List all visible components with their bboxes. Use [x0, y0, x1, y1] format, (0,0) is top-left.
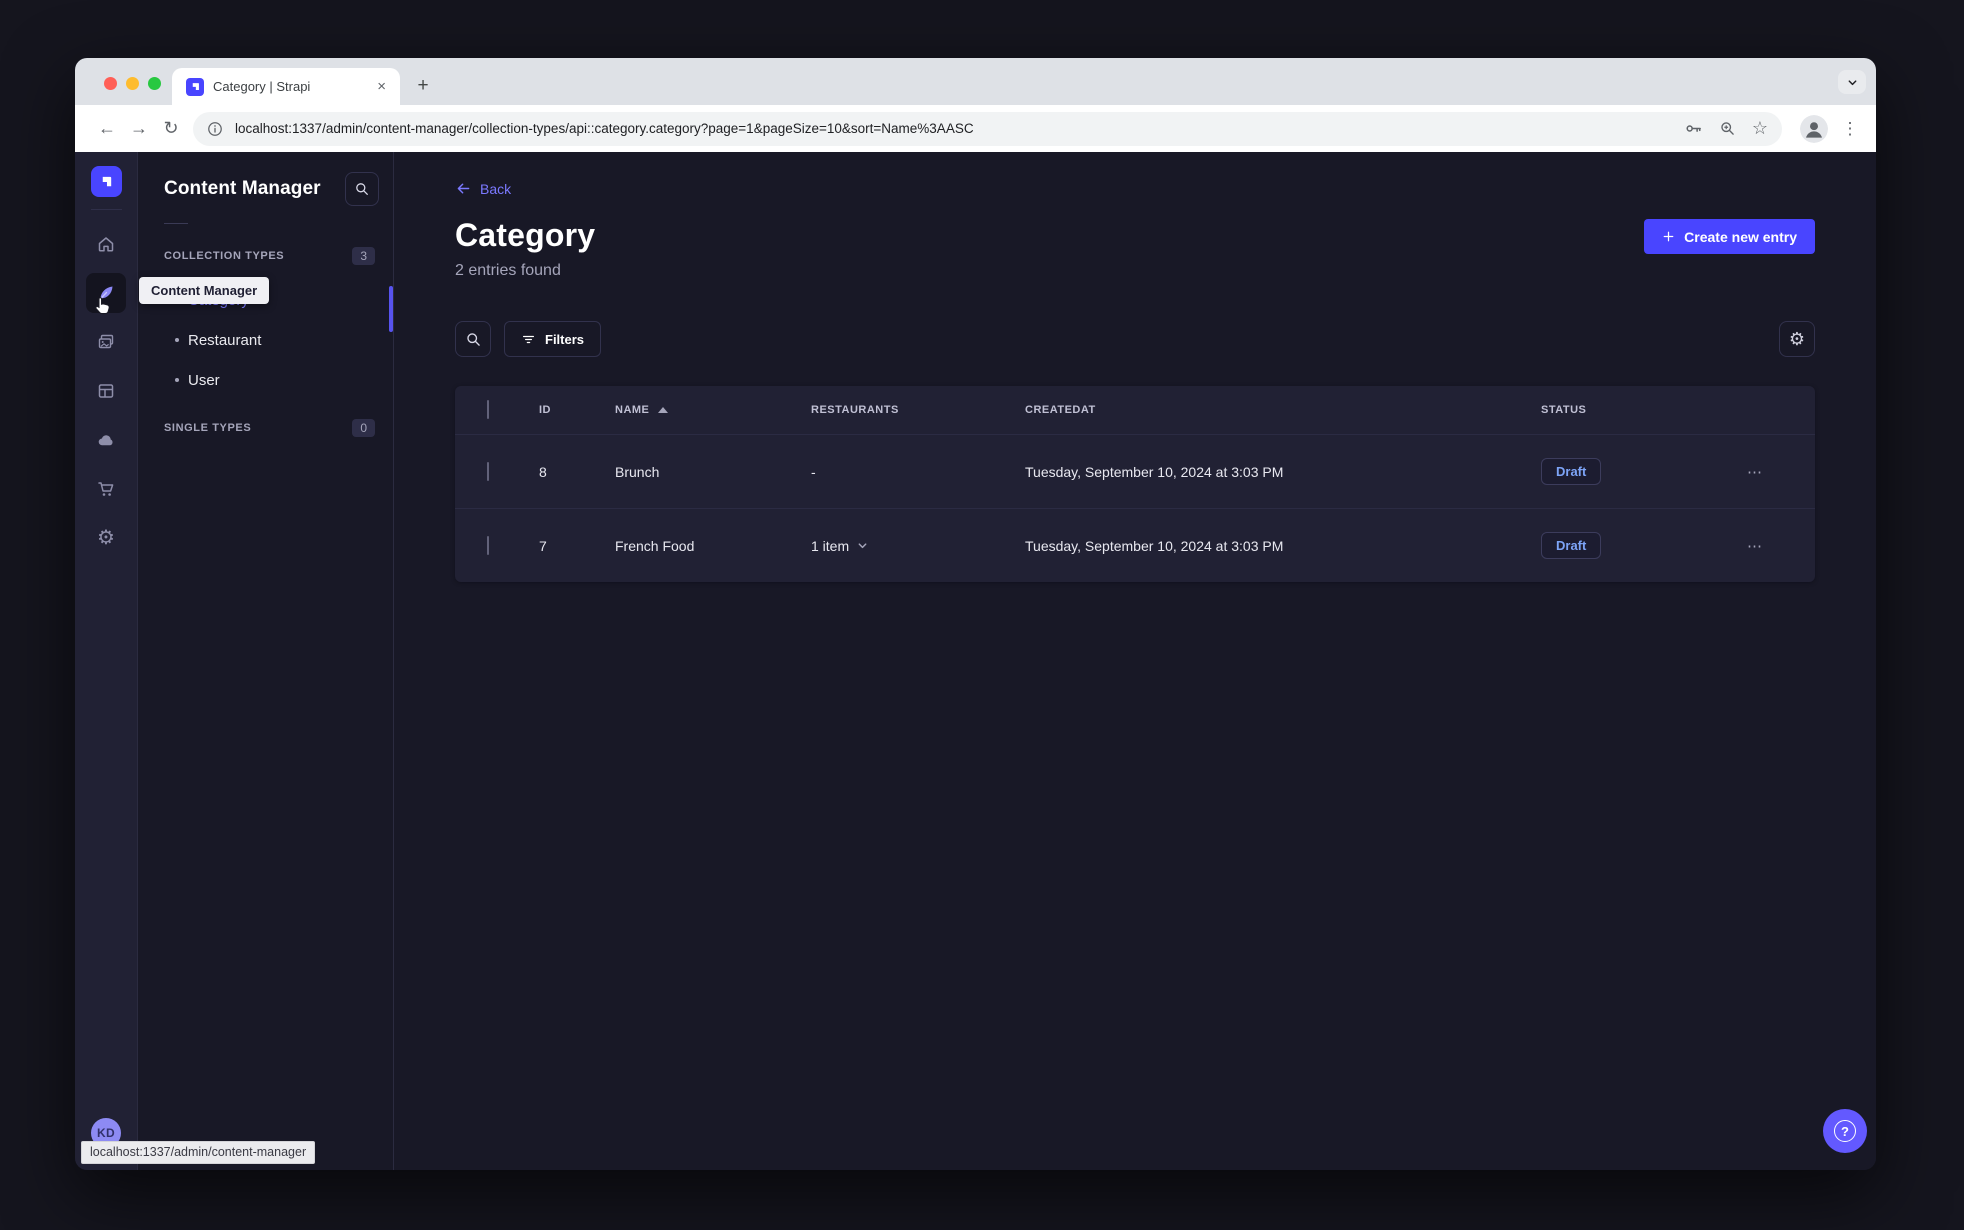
entries-count: 2 entries found	[455, 262, 561, 279]
main-content: Back Category 2 entries found Create new…	[394, 152, 1876, 1170]
strapi-logo-icon[interactable]	[90, 166, 122, 197]
col-header-id[interactable]: ID	[539, 404, 615, 416]
cell-createdat: Tuesday, September 10, 2024 at 3:03 PM	[1025, 463, 1284, 480]
subnav-divider	[164, 223, 188, 224]
filter-icon	[522, 335, 535, 343]
url-text[interactable]: localhost:1337/admin/content-manager/col…	[235, 121, 1672, 136]
create-new-entry-button[interactable]: Create new entry	[1644, 219, 1815, 254]
cell-createdat: Tuesday, September 10, 2024 at 3:03 PM	[1025, 537, 1284, 554]
bookmark-star-icon[interactable]: ☆	[1752, 118, 1768, 139]
tab-title: Category | Strapi	[213, 79, 311, 94]
zoom-window-button[interactable]	[148, 77, 161, 90]
nav-content-type-builder-button[interactable]	[86, 371, 126, 411]
nav-settings-button[interactable]: ⚙	[86, 518, 126, 558]
browser-reload-button[interactable]: ↻	[155, 113, 187, 145]
sidebar-item-restaurant[interactable]: Restaurant	[138, 320, 393, 360]
address-bar[interactable]: localhost:1337/admin/content-manager/col…	[193, 111, 1782, 146]
single-types-label: SINGLE TYPES	[164, 422, 252, 434]
cell-name: Brunch	[615, 463, 660, 480]
back-link[interactable]: Back	[455, 180, 511, 197]
sidebar-item-user[interactable]: User	[138, 360, 393, 400]
browser-toolbar: ← → ↻ localhost:1337/admin/content-manag…	[75, 105, 1876, 152]
row-checkbox[interactable]	[487, 461, 489, 481]
password-manager-key-icon[interactable]	[1684, 119, 1703, 138]
strapi-favicon-icon	[186, 77, 204, 96]
nav-content-manager-button[interactable]	[86, 273, 126, 315]
content-manager-subnav: Content Manager COLLECTION TYPES 3 Categ…	[138, 152, 394, 1170]
subnav-title: Content Manager	[164, 178, 321, 199]
status-badge: Draft	[1541, 532, 1602, 559]
new-tab-button[interactable]: +	[409, 72, 437, 100]
strapi-app: ⚙ KD Content Manager COLLECTION TYPES 3	[75, 152, 1876, 1170]
table-settings-button[interactable]: ⚙	[1779, 321, 1815, 357]
nav-home-button[interactable]	[86, 224, 126, 264]
bullet-icon	[175, 378, 179, 382]
nav-marketplace-button[interactable]	[86, 469, 126, 509]
help-button[interactable]: ?	[1823, 1109, 1867, 1153]
nav-divider	[90, 209, 122, 210]
nav-media-library-button[interactable]	[86, 322, 126, 362]
single-types-count-badge: 0	[352, 419, 375, 437]
table-header-row: ID NAME RESTAURANTS CREATEDAT STATUS	[455, 386, 1815, 434]
cell-restaurants: -	[811, 463, 816, 480]
gear-icon: ⚙	[1788, 329, 1806, 349]
col-header-createdat[interactable]: CREATEDAT	[1025, 404, 1541, 416]
nav-cloud-button[interactable]	[86, 420, 126, 460]
tab-close-icon[interactable]: ×	[373, 78, 390, 95]
select-all-checkbox[interactable]	[487, 400, 489, 419]
row-menu-button[interactable]: ⋯	[1747, 537, 1763, 555]
browser-back-button[interactable]: ←	[91, 113, 123, 145]
row-menu-button[interactable]: ⋯	[1747, 463, 1763, 481]
close-window-button[interactable]	[104, 77, 117, 90]
table-search-button[interactable]	[455, 321, 491, 357]
question-mark-icon: ?	[1834, 1120, 1856, 1142]
page-header: Category 2 entries found	[455, 217, 595, 280]
cell-name: French Food	[615, 537, 695, 554]
browser-forward-button[interactable]: →	[123, 113, 155, 145]
table-row[interactable]: 8 Brunch - Tuesday, September 10, 2024 a…	[455, 434, 1815, 508]
col-header-status[interactable]: STATUS	[1541, 404, 1737, 416]
chevron-down-icon	[857, 540, 868, 551]
link-preview-statusbar: localhost:1337/admin/content-manager	[81, 1141, 316, 1164]
browser-profile-avatar[interactable]	[1800, 114, 1828, 143]
entries-table: ID NAME RESTAURANTS CREATEDAT STATUS 8 B…	[455, 386, 1815, 582]
browser-window: Category | Strapi × + ← → ↻ localhost:13…	[75, 58, 1876, 1170]
collection-types-count-badge: 3	[352, 247, 375, 265]
cell-id: 8	[539, 463, 547, 480]
minimize-window-button[interactable]	[126, 77, 139, 90]
cell-id: 7	[539, 537, 547, 554]
col-header-name[interactable]: NAME	[615, 404, 811, 416]
bullet-icon	[175, 338, 179, 342]
browser-menu-icon[interactable]: ⋮	[1836, 119, 1864, 139]
collection-types-label: COLLECTION TYPES	[164, 250, 285, 262]
page-info-icon[interactable]	[207, 121, 223, 137]
content-manager-tooltip: Content Manager	[139, 277, 270, 304]
sort-ascending-icon	[658, 407, 669, 413]
tab-strip: Category | Strapi × +	[75, 58, 1876, 105]
relation-dropdown[interactable]: 1 item	[811, 538, 868, 554]
col-header-restaurants[interactable]: RESTAURANTS	[811, 404, 1025, 416]
browser-tab[interactable]: Category | Strapi ×	[172, 68, 400, 105]
status-badge: Draft	[1541, 458, 1602, 485]
table-row[interactable]: 7 French Food 1 item Tuesday, September …	[455, 508, 1815, 582]
active-item-indicator	[389, 286, 393, 332]
row-checkbox[interactable]	[487, 535, 489, 555]
subnav-search-button[interactable]	[345, 172, 379, 206]
zoom-page-icon[interactable]	[1719, 120, 1736, 137]
tab-search-chevron-icon[interactable]	[1838, 70, 1866, 94]
page-title: Category	[455, 217, 596, 253]
main-nav-rail: ⚙ KD	[75, 152, 138, 1170]
filters-button[interactable]: Filters	[504, 321, 602, 357]
settings-gear-icon: ⚙	[97, 527, 115, 549]
traffic-lights	[104, 77, 161, 90]
